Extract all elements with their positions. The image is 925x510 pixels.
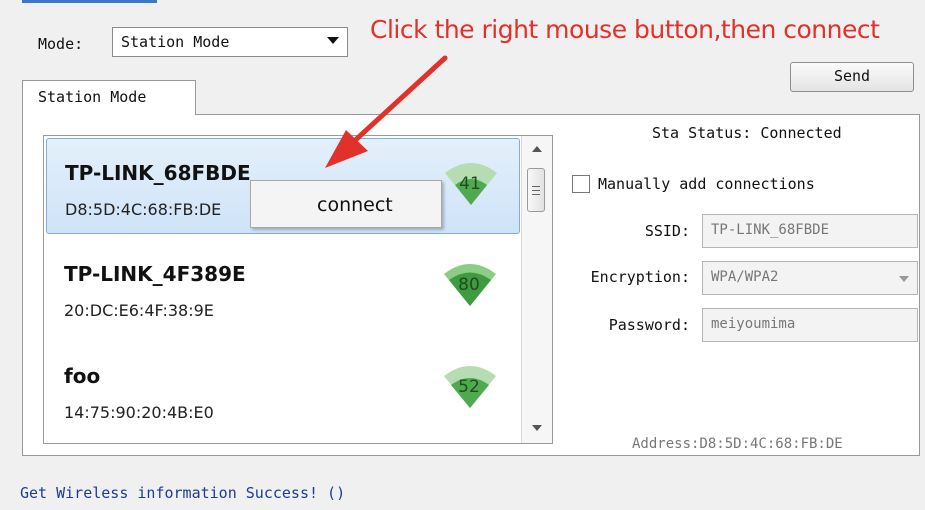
wifi-signal-value: 52	[458, 377, 480, 397]
context-menu-connect[interactable]: connect	[317, 194, 393, 216]
wifi-mac: D8:5D:4C:68:FB:DE	[65, 200, 222, 219]
sta-status: Sta Status: Connected	[652, 124, 842, 142]
instruction-annotation: Click the right mouse button,then connec…	[370, 15, 880, 44]
annotation-arrow-icon	[325, 55, 448, 168]
ssid-field[interactable]: TP-LINK_68FBDE	[702, 214, 918, 248]
wifi-mac: 14:75:90:20:4B:E0	[64, 403, 214, 422]
password-label: Password:	[608, 316, 690, 334]
address-readout: Address:D8:5D:4C:68:FB:DE	[632, 436, 843, 452]
wifi-item[interactable]: TP-LINK_4F389E 20:DC:E6:4F:38:9E 80	[46, 240, 520, 336]
chevron-down-icon	[327, 37, 339, 44]
manual-connections-label: Manually add connections	[598, 175, 815, 193]
mode-label: Mode:	[38, 35, 84, 53]
encryption-label: Encryption:	[590, 268, 690, 286]
ssid-label: SSID:	[644, 222, 690, 240]
encryption-value: WPA/WPA2	[711, 269, 779, 285]
wifi-item[interactable]: foo 14:75:90:20:4B:E0 52	[46, 342, 520, 438]
scroll-up-arrow-icon[interactable]	[532, 146, 542, 152]
send-button[interactable]: Send	[790, 62, 914, 92]
manual-connections-checkbox[interactable]	[572, 175, 590, 193]
tab-station-mode[interactable]: Station Mode	[22, 80, 196, 115]
wifi-ssid: TP-LINK_4F389E	[64, 262, 246, 286]
wifi-signal-icon: 52	[441, 363, 501, 413]
scroll-down-arrow-icon[interactable]	[532, 425, 542, 431]
wifi-signal-value: 80	[458, 275, 480, 295]
scroll-thumb[interactable]	[527, 168, 545, 212]
list-scrollbar[interactable]	[521, 136, 552, 443]
mode-select-value: Station Mode	[121, 33, 230, 51]
wifi-signal-icon: 80	[441, 261, 501, 311]
wifi-mac: 20:DC:E6:4F:38:9E	[64, 301, 214, 320]
status-message: Get Wireless information Success! ()	[20, 484, 346, 502]
chevron-down-icon	[899, 276, 909, 282]
password-field[interactable]: meiyoumima	[702, 308, 918, 342]
encryption-select[interactable]: WPA/WPA2	[702, 261, 918, 295]
wifi-ssid: TP-LINK_68FBDE	[65, 161, 251, 185]
wifi-ssid: foo	[64, 364, 101, 388]
context-menu: connect	[250, 180, 442, 228]
top-accent-bar	[22, 0, 157, 3]
